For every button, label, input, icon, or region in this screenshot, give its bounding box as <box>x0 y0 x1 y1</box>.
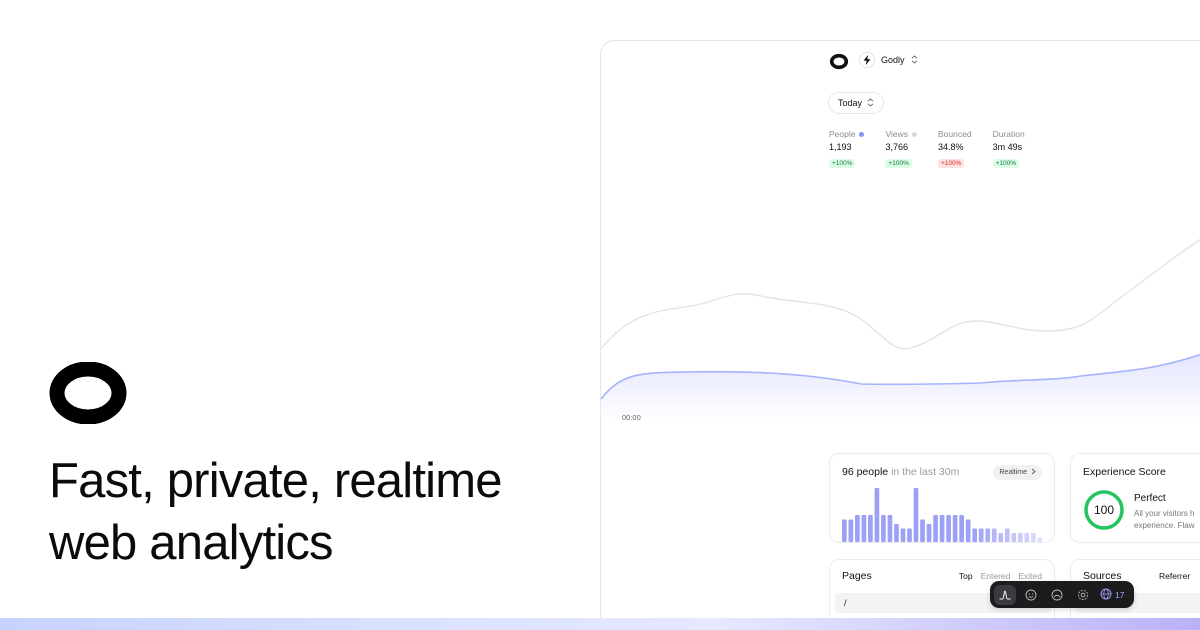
realtime-button[interactable]: Realtime <box>993 465 1042 480</box>
pages-title: Pages <box>842 570 872 582</box>
realtime-bars <box>842 488 1043 542</box>
experience-title: Experience Score <box>1083 466 1166 478</box>
realtime-bar <box>1030 533 1036 542</box>
realtime-bar <box>1017 533 1023 542</box>
experience-desc-line2: experience. Flaw <box>1134 521 1195 530</box>
globe-icon <box>1100 588 1112 602</box>
realtime-bar <box>900 528 906 542</box>
realtime-bar <box>926 524 932 542</box>
realtime-bar <box>848 519 854 542</box>
metric-value: 3m 49s <box>992 142 1023 152</box>
chevron-updown-icon <box>867 97 874 109</box>
gauge-icon[interactable] <box>1046 585 1068 605</box>
realtime-bar <box>1011 533 1017 542</box>
series-dot <box>912 131 917 137</box>
realtime-count: 96 people <box>842 466 889 478</box>
realtime-bar <box>965 519 971 542</box>
metric-label: People <box>829 129 856 139</box>
tab-referrer[interactable]: Referrer <box>1159 571 1190 581</box>
settings-icon[interactable] <box>1072 585 1094 605</box>
hero-title: Fast, private, realtime web analytics <box>49 450 569 574</box>
series-dot <box>859 131 865 137</box>
realtime-bar <box>907 528 912 542</box>
experience-desc-line1: All your visitors h <box>1134 509 1195 518</box>
metric-value: 3,766 <box>885 142 908 152</box>
site-switcher[interactable]: Godly <box>859 52 918 68</box>
traffic-chart[interactable] <box>601 221 1200 421</box>
realtime-title: 96 people in the last 30m <box>842 466 959 478</box>
experience-card: Experience Score 100 Perfect All your vi… <box>1070 453 1200 543</box>
realtime-bar <box>985 528 991 542</box>
metric-label: Duration <box>992 129 1025 139</box>
metric-views[interactable]: Views 3,766 +100% <box>885 129 917 170</box>
realtime-bar <box>933 515 938 542</box>
experience-score: 100 <box>1093 503 1115 517</box>
realtime-bar <box>887 515 893 542</box>
realtime-bar <box>913 488 919 542</box>
tab-top[interactable]: Top <box>959 571 973 581</box>
realtime-bar <box>894 524 899 542</box>
metric-label: Views <box>885 129 908 139</box>
realtime-bar <box>920 519 925 542</box>
metric-value: 1,193 <box>829 142 852 152</box>
realtime-bar <box>1004 528 1010 542</box>
change-badge: +100% <box>938 159 965 168</box>
realtime-bar <box>868 515 873 542</box>
bottom-gradient-strip <box>0 618 1200 630</box>
realtime-bar <box>874 488 880 542</box>
hero-title-line1: Fast, private, realtime <box>49 454 503 508</box>
site-name: Godly <box>881 55 905 65</box>
hero-title-line2: web analytics <box>49 516 334 570</box>
realtime-bar <box>952 515 958 542</box>
realtime-bar <box>1024 533 1030 542</box>
pages-tabs: Top Entered Exited <box>959 571 1042 581</box>
realtime-button-label: Realtime <box>999 469 1027 476</box>
live-visitors[interactable]: 17 <box>1100 588 1124 602</box>
views-line <box>601 238 1200 350</box>
change-badge: +100% <box>992 159 1019 168</box>
realtime-bar <box>978 528 984 542</box>
chevron-updown-icon <box>911 54 918 66</box>
metric-bounced[interactable]: Bounced 34.8% +100% <box>938 129 972 170</box>
realtime-bar <box>861 515 867 542</box>
realtime-bar <box>1037 537 1043 542</box>
change-badge: +100% <box>885 159 912 168</box>
tab-exited[interactable]: Exited <box>1018 571 1042 581</box>
realtime-card: 96 people in the last 30m Realtime <box>829 453 1055 543</box>
experience-desc: All your visitors h experience. Flaw <box>1134 508 1200 532</box>
realtime-bar <box>939 515 945 542</box>
page-row-label[interactable]: / <box>844 598 847 608</box>
app-logo[interactable] <box>829 53 849 70</box>
bolt-icon <box>859 52 875 68</box>
realtime-bar <box>855 515 860 542</box>
metrics-row: People 1,193 +100% Views 3,766 +100% Bou… <box>829 129 1046 170</box>
realtime-bar <box>959 515 964 542</box>
brand-logo <box>49 361 127 425</box>
realtime-bar <box>991 528 997 542</box>
app-window: Godly Today People 1,193 +100% Views 3,7… <box>600 40 1200 630</box>
realtime-suffix: in the last 30m <box>891 466 960 478</box>
realtime-bar <box>842 519 847 542</box>
live-visitors-count: 17 <box>1115 589 1125 600</box>
realtime-bar <box>972 528 978 542</box>
trend-icon[interactable] <box>994 584 1016 605</box>
smile-icon[interactable] <box>1020 585 1042 605</box>
nav-dock: 17 <box>990 581 1134 608</box>
realtime-bar <box>881 515 886 542</box>
realtime-bar <box>946 515 951 542</box>
tab-entered[interactable]: Entered <box>981 571 1011 581</box>
realtime-bar <box>998 533 1004 542</box>
metric-duration[interactable]: Duration 3m 49s +100% <box>992 129 1025 170</box>
metric-people[interactable]: People 1,193 +100% <box>829 129 865 170</box>
date-range-label: Today <box>838 98 863 108</box>
metric-label: Bounced <box>938 129 972 139</box>
chevron-right-icon <box>1031 468 1036 477</box>
date-range-select[interactable]: Today <box>828 92 885 114</box>
chart-time-label: 00:00 <box>622 413 641 422</box>
experience-rating: Perfect <box>1134 493 1166 504</box>
change-badge: +100% <box>829 159 856 168</box>
metric-value: 34.8% <box>938 142 964 152</box>
